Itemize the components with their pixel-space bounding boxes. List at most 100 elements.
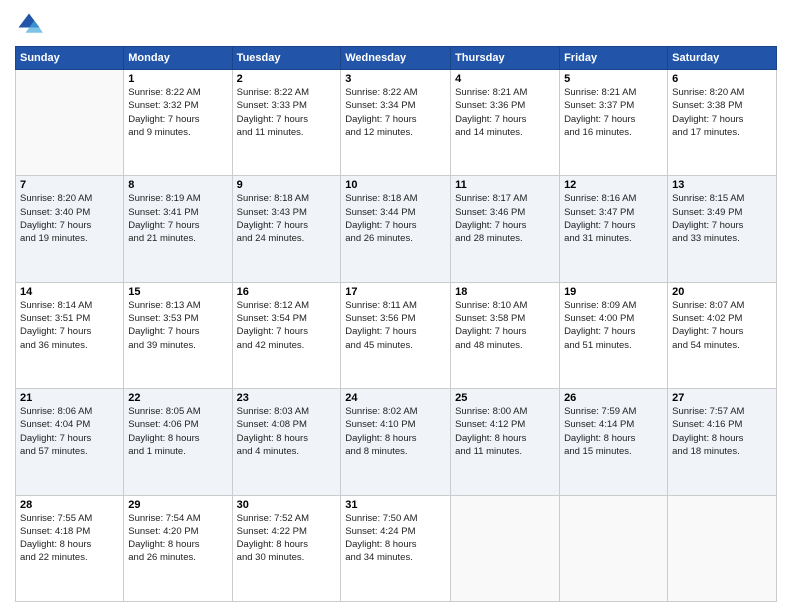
- day-info: Sunrise: 8:15 AM Sunset: 3:49 PM Dayligh…: [672, 192, 772, 245]
- day-number: 10: [345, 179, 446, 191]
- day-info: Sunrise: 8:17 AM Sunset: 3:46 PM Dayligh…: [455, 192, 555, 245]
- day-info: Sunrise: 8:21 AM Sunset: 3:37 PM Dayligh…: [564, 86, 663, 139]
- col-monday: Monday: [124, 47, 232, 70]
- day-info: Sunrise: 7:52 AM Sunset: 4:22 PM Dayligh…: [237, 512, 337, 565]
- header: [15, 10, 777, 38]
- day-number: 18: [455, 286, 555, 298]
- day-info: Sunrise: 8:11 AM Sunset: 3:56 PM Dayligh…: [345, 299, 446, 352]
- calendar-cell: 4Sunrise: 8:21 AM Sunset: 3:36 PM Daylig…: [451, 70, 560, 176]
- calendar-cell: 22Sunrise: 8:05 AM Sunset: 4:06 PM Dayli…: [124, 389, 232, 495]
- day-info: Sunrise: 7:59 AM Sunset: 4:14 PM Dayligh…: [564, 405, 663, 458]
- week-row-1: 1Sunrise: 8:22 AM Sunset: 3:32 PM Daylig…: [16, 70, 777, 176]
- day-info: Sunrise: 8:18 AM Sunset: 3:43 PM Dayligh…: [237, 192, 337, 245]
- calendar-cell: 7Sunrise: 8:20 AM Sunset: 3:40 PM Daylig…: [16, 176, 124, 282]
- day-info: Sunrise: 8:13 AM Sunset: 3:53 PM Dayligh…: [128, 299, 227, 352]
- day-number: 5: [564, 73, 663, 85]
- calendar-cell: 5Sunrise: 8:21 AM Sunset: 3:37 PM Daylig…: [560, 70, 668, 176]
- day-info: Sunrise: 8:16 AM Sunset: 3:47 PM Dayligh…: [564, 192, 663, 245]
- calendar-cell: 18Sunrise: 8:10 AM Sunset: 3:58 PM Dayli…: [451, 282, 560, 388]
- day-number: 1: [128, 73, 227, 85]
- calendar-cell: 12Sunrise: 8:16 AM Sunset: 3:47 PM Dayli…: [560, 176, 668, 282]
- calendar-cell: [668, 495, 777, 601]
- col-saturday: Saturday: [668, 47, 777, 70]
- calendar-cell: [560, 495, 668, 601]
- day-info: Sunrise: 8:05 AM Sunset: 4:06 PM Dayligh…: [128, 405, 227, 458]
- day-info: Sunrise: 8:03 AM Sunset: 4:08 PM Dayligh…: [237, 405, 337, 458]
- day-info: Sunrise: 7:50 AM Sunset: 4:24 PM Dayligh…: [345, 512, 446, 565]
- day-number: 3: [345, 73, 446, 85]
- col-wednesday: Wednesday: [341, 47, 451, 70]
- day-number: 12: [564, 179, 663, 191]
- day-number: 16: [237, 286, 337, 298]
- day-info: Sunrise: 8:21 AM Sunset: 3:36 PM Dayligh…: [455, 86, 555, 139]
- day-info: Sunrise: 7:54 AM Sunset: 4:20 PM Dayligh…: [128, 512, 227, 565]
- day-info: Sunrise: 8:19 AM Sunset: 3:41 PM Dayligh…: [128, 192, 227, 245]
- logo: [15, 10, 47, 38]
- day-number: 19: [564, 286, 663, 298]
- calendar-cell: 2Sunrise: 8:22 AM Sunset: 3:33 PM Daylig…: [232, 70, 341, 176]
- day-number: 24: [345, 392, 446, 404]
- calendar-cell: 15Sunrise: 8:13 AM Sunset: 3:53 PM Dayli…: [124, 282, 232, 388]
- calendar-cell: 30Sunrise: 7:52 AM Sunset: 4:22 PM Dayli…: [232, 495, 341, 601]
- calendar-cell: 8Sunrise: 8:19 AM Sunset: 3:41 PM Daylig…: [124, 176, 232, 282]
- day-number: 30: [237, 499, 337, 511]
- day-number: 29: [128, 499, 227, 511]
- calendar-cell: [16, 70, 124, 176]
- calendar-cell: 29Sunrise: 7:54 AM Sunset: 4:20 PM Dayli…: [124, 495, 232, 601]
- calendar-cell: 11Sunrise: 8:17 AM Sunset: 3:46 PM Dayli…: [451, 176, 560, 282]
- calendar-cell: 19Sunrise: 8:09 AM Sunset: 4:00 PM Dayli…: [560, 282, 668, 388]
- day-info: Sunrise: 7:55 AM Sunset: 4:18 PM Dayligh…: [20, 512, 119, 565]
- calendar-cell: 31Sunrise: 7:50 AM Sunset: 4:24 PM Dayli…: [341, 495, 451, 601]
- calendar-cell: 21Sunrise: 8:06 AM Sunset: 4:04 PM Dayli…: [16, 389, 124, 495]
- day-info: Sunrise: 8:06 AM Sunset: 4:04 PM Dayligh…: [20, 405, 119, 458]
- day-info: Sunrise: 8:12 AM Sunset: 3:54 PM Dayligh…: [237, 299, 337, 352]
- day-number: 9: [237, 179, 337, 191]
- day-info: Sunrise: 8:22 AM Sunset: 3:32 PM Dayligh…: [128, 86, 227, 139]
- calendar-cell: 20Sunrise: 8:07 AM Sunset: 4:02 PM Dayli…: [668, 282, 777, 388]
- day-info: Sunrise: 8:20 AM Sunset: 3:38 PM Dayligh…: [672, 86, 772, 139]
- col-friday: Friday: [560, 47, 668, 70]
- week-row-3: 14Sunrise: 8:14 AM Sunset: 3:51 PM Dayli…: [16, 282, 777, 388]
- calendar-cell: 13Sunrise: 8:15 AM Sunset: 3:49 PM Dayli…: [668, 176, 777, 282]
- calendar-cell: 1Sunrise: 8:22 AM Sunset: 3:32 PM Daylig…: [124, 70, 232, 176]
- day-number: 8: [128, 179, 227, 191]
- calendar-cell: 17Sunrise: 8:11 AM Sunset: 3:56 PM Dayli…: [341, 282, 451, 388]
- day-info: Sunrise: 8:20 AM Sunset: 3:40 PM Dayligh…: [20, 192, 119, 245]
- day-number: 7: [20, 179, 119, 191]
- day-number: 2: [237, 73, 337, 85]
- day-number: 31: [345, 499, 446, 511]
- day-number: 27: [672, 392, 772, 404]
- day-number: 14: [20, 286, 119, 298]
- calendar-cell: 16Sunrise: 8:12 AM Sunset: 3:54 PM Dayli…: [232, 282, 341, 388]
- day-info: Sunrise: 7:57 AM Sunset: 4:16 PM Dayligh…: [672, 405, 772, 458]
- calendar-cell: 27Sunrise: 7:57 AM Sunset: 4:16 PM Dayli…: [668, 389, 777, 495]
- day-number: 17: [345, 286, 446, 298]
- calendar-cell: 24Sunrise: 8:02 AM Sunset: 4:10 PM Dayli…: [341, 389, 451, 495]
- calendar-cell: 6Sunrise: 8:20 AM Sunset: 3:38 PM Daylig…: [668, 70, 777, 176]
- day-number: 6: [672, 73, 772, 85]
- col-tuesday: Tuesday: [232, 47, 341, 70]
- calendar-table: Sunday Monday Tuesday Wednesday Thursday…: [15, 46, 777, 602]
- week-row-5: 28Sunrise: 7:55 AM Sunset: 4:18 PM Dayli…: [16, 495, 777, 601]
- day-info: Sunrise: 8:18 AM Sunset: 3:44 PM Dayligh…: [345, 192, 446, 245]
- calendar-cell: 25Sunrise: 8:00 AM Sunset: 4:12 PM Dayli…: [451, 389, 560, 495]
- day-number: 22: [128, 392, 227, 404]
- day-info: Sunrise: 8:14 AM Sunset: 3:51 PM Dayligh…: [20, 299, 119, 352]
- day-info: Sunrise: 8:22 AM Sunset: 3:33 PM Dayligh…: [237, 86, 337, 139]
- calendar-cell: 28Sunrise: 7:55 AM Sunset: 4:18 PM Dayli…: [16, 495, 124, 601]
- day-info: Sunrise: 8:22 AM Sunset: 3:34 PM Dayligh…: [345, 86, 446, 139]
- day-info: Sunrise: 8:10 AM Sunset: 3:58 PM Dayligh…: [455, 299, 555, 352]
- calendar-cell: 3Sunrise: 8:22 AM Sunset: 3:34 PM Daylig…: [341, 70, 451, 176]
- calendar-header-row: Sunday Monday Tuesday Wednesday Thursday…: [16, 47, 777, 70]
- day-number: 21: [20, 392, 119, 404]
- day-number: 15: [128, 286, 227, 298]
- day-number: 4: [455, 73, 555, 85]
- day-number: 26: [564, 392, 663, 404]
- calendar-cell: 23Sunrise: 8:03 AM Sunset: 4:08 PM Dayli…: [232, 389, 341, 495]
- calendar-cell: 26Sunrise: 7:59 AM Sunset: 4:14 PM Dayli…: [560, 389, 668, 495]
- day-number: 25: [455, 392, 555, 404]
- day-number: 13: [672, 179, 772, 191]
- day-info: Sunrise: 8:09 AM Sunset: 4:00 PM Dayligh…: [564, 299, 663, 352]
- day-number: 23: [237, 392, 337, 404]
- calendar-cell: 14Sunrise: 8:14 AM Sunset: 3:51 PM Dayli…: [16, 282, 124, 388]
